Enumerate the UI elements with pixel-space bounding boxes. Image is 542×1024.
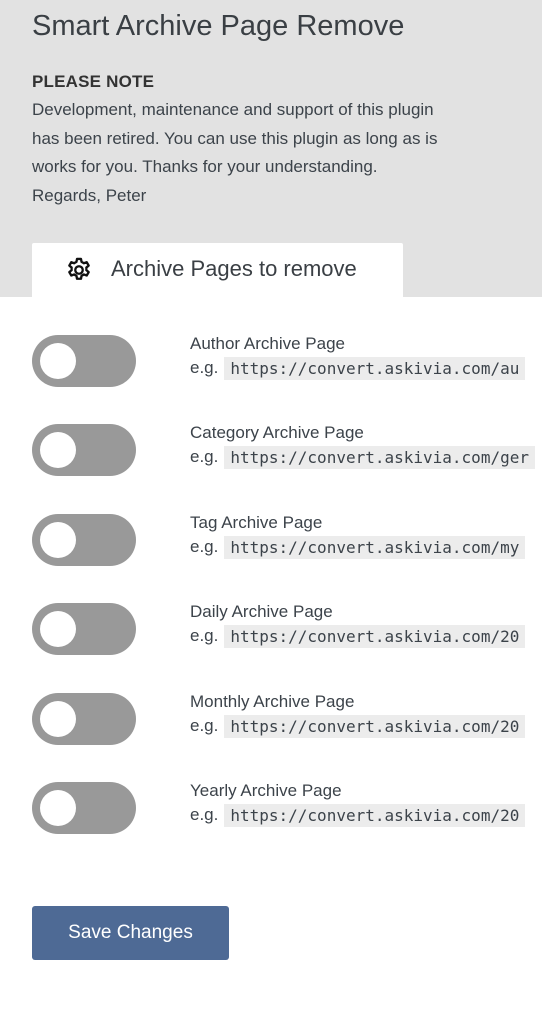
option-example: e.g. https://convert.askivia.com/au — [190, 355, 542, 381]
example-url: https://convert.askivia.com/20 — [224, 714, 526, 738]
notice-line: has been retired. You can use this plugi… — [32, 128, 438, 148]
option-row-author: Author Archive Page e.g. https://convert… — [0, 334, 542, 395]
option-example: e.g. https://convert.askivia.com/20 — [190, 713, 542, 739]
option-example: e.g. https://convert.askivia.com/ger — [190, 444, 542, 470]
notice-line: works for you. Thanks for your understan… — [32, 157, 378, 176]
author-archive-toggle[interactable] — [32, 335, 136, 387]
option-label: Monthly Archive Page — [190, 692, 355, 711]
option-label: Author Archive Page — [190, 334, 345, 353]
toggle-knob — [40, 611, 76, 647]
example-prefix: e.g. — [190, 716, 219, 735]
toggle-knob — [40, 432, 76, 468]
example-url: https://convert.askivia.com/au — [224, 356, 526, 380]
notice-heading: PLEASE NOTE — [32, 72, 155, 91]
example-url: https://convert.askivia.com/my — [224, 535, 526, 559]
example-prefix: e.g. — [190, 358, 219, 377]
option-row-yearly: Yearly Archive Page e.g. https://convert… — [0, 781, 542, 842]
option-row-tag: Tag Archive Page e.g. https://convert.as… — [0, 513, 542, 574]
toggle-knob — [40, 790, 76, 826]
example-url: https://convert.askivia.com/20 — [224, 624, 526, 648]
example-prefix: e.g. — [190, 626, 219, 645]
notice-text: Development, maintenance and support of … — [32, 96, 502, 210]
notice-line: Regards, Peter — [32, 185, 147, 205]
notice-line: Development, maintenance and support of … — [32, 100, 434, 119]
option-row-monthly: Monthly Archive Page e.g. https://conver… — [0, 692, 542, 753]
tab-label: Archive Pages to remove — [111, 256, 357, 281]
option-label: Category Archive Page — [190, 423, 364, 442]
option-example: e.g. https://convert.askivia.com/20 — [190, 623, 542, 649]
category-archive-toggle[interactable] — [32, 424, 136, 476]
toggle-knob — [40, 701, 76, 737]
option-label: Yearly Archive Page — [190, 781, 342, 800]
option-label: Daily Archive Page — [190, 602, 333, 621]
toggle-knob — [40, 522, 76, 558]
example-url: https://convert.askivia.com/ger — [224, 445, 535, 469]
option-row-category: Category Archive Page e.g. https://conve… — [0, 423, 542, 484]
example-prefix: e.g. — [190, 805, 219, 824]
option-row-daily: Daily Archive Page e.g. https://convert.… — [0, 602, 542, 663]
save-changes-button[interactable]: Save Changes — [32, 906, 229, 960]
tag-archive-toggle[interactable] — [32, 514, 136, 566]
example-prefix: e.g. — [190, 447, 219, 466]
option-example: e.g. https://convert.askivia.com/20 — [190, 802, 542, 828]
tab-archive-pages[interactable]: Archive Pages to remove — [32, 243, 403, 298]
page-title: Smart Archive Page Remove — [32, 10, 405, 42]
option-label: Tag Archive Page — [190, 513, 323, 532]
example-url: https://convert.askivia.com/20 — [224, 803, 526, 827]
daily-archive-toggle[interactable] — [32, 603, 136, 655]
toggle-knob — [40, 343, 76, 379]
gear-icon — [68, 257, 90, 280]
example-prefix: e.g. — [190, 537, 219, 556]
option-example: e.g. https://convert.askivia.com/my — [190, 534, 542, 560]
yearly-archive-toggle[interactable] — [32, 782, 136, 834]
plugin-header-area: Smart Archive Page Remove PLEASE NOTE De… — [0, 0, 542, 298]
monthly-archive-toggle[interactable] — [32, 693, 136, 745]
